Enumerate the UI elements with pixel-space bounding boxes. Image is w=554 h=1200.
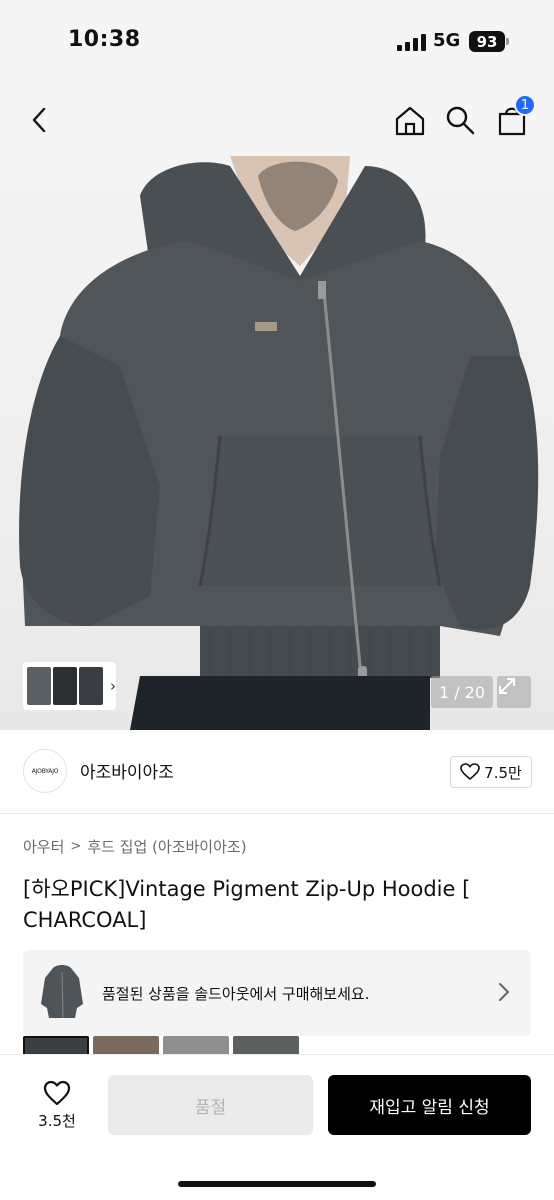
signal-icon (397, 33, 427, 51)
battery-nub (506, 38, 509, 45)
app-header: 1 (0, 84, 554, 156)
chevron-right-icon (499, 983, 509, 1001)
heart-icon (43, 1080, 71, 1105)
soldout-banner[interactable]: 품절된 상품을 솔드아웃에서 구매해보세요. (23, 950, 531, 1036)
back-button[interactable] (20, 98, 60, 142)
cart-button[interactable]: 1 (492, 94, 536, 142)
restock-alert-button[interactable]: 재입고 알림 신청 (328, 1075, 531, 1135)
home-button[interactable] (390, 98, 430, 142)
expand-icon (499, 678, 515, 694)
breadcrumb: 아우터 > 후드 집업 (아조바이아조) (23, 836, 247, 857)
expand-button[interactable] (497, 676, 531, 708)
status-bar: 10:38 5G 93 (0, 0, 554, 84)
thumbnail-image[interactable] (79, 667, 103, 705)
network-type: 5G (433, 30, 461, 51)
battery-icon: 93 (469, 31, 505, 52)
status-time: 10:38 (68, 27, 141, 52)
home-icon (395, 106, 425, 136)
search-button[interactable] (440, 98, 480, 142)
breadcrumb-subcategory[interactable]: 후드 집업 (아조바이아조) (87, 836, 246, 857)
hoodie-photo (19, 156, 539, 730)
brand-like-button[interactable]: 7.5만 (450, 756, 532, 788)
home-indicator[interactable] (178, 1181, 376, 1187)
cart-count-badge: 1 (514, 94, 536, 116)
wishlist-button[interactable]: 3.5천 (22, 1075, 92, 1135)
soldout-button[interactable]: 품절 (108, 1075, 313, 1135)
brand-like-count: 7.5만 (484, 763, 522, 782)
brand-row[interactable]: AJOBYAJO 아조바이아조 7.5만 (0, 730, 554, 814)
soldout-banner-text: 품절된 상품을 솔드아웃에서 구매해보세요. (102, 985, 370, 1003)
breadcrumb-separator: > (70, 839, 82, 854)
bottom-action-bar: 3.5천 품절 재입고 알림 신청 (0, 1054, 554, 1200)
search-icon (446, 106, 475, 135)
image-counter: 1 / 20 (431, 676, 493, 708)
breadcrumb-category[interactable]: 아우터 (23, 836, 64, 857)
thumbnail-image[interactable] (53, 667, 77, 705)
thumbnail-strip[interactable]: › (23, 662, 116, 710)
brand-name[interactable]: 아조바이아조 (80, 758, 174, 783)
chevron-right-icon[interactable]: › (110, 677, 116, 695)
product-image-gallery[interactable]: › 1 / 20 (0, 156, 554, 730)
product-title: [하오PICK]Vintage Pigment Zip-Up Hoodie [ … (23, 877, 471, 932)
soldout-product-image (39, 964, 85, 1022)
chevron-left-icon (32, 107, 46, 133)
wishlist-count: 3.5천 (38, 1111, 76, 1130)
brand-logo[interactable]: AJOBYAJO (23, 749, 67, 793)
heart-icon (460, 763, 480, 781)
thumbnail-image[interactable] (27, 667, 51, 705)
